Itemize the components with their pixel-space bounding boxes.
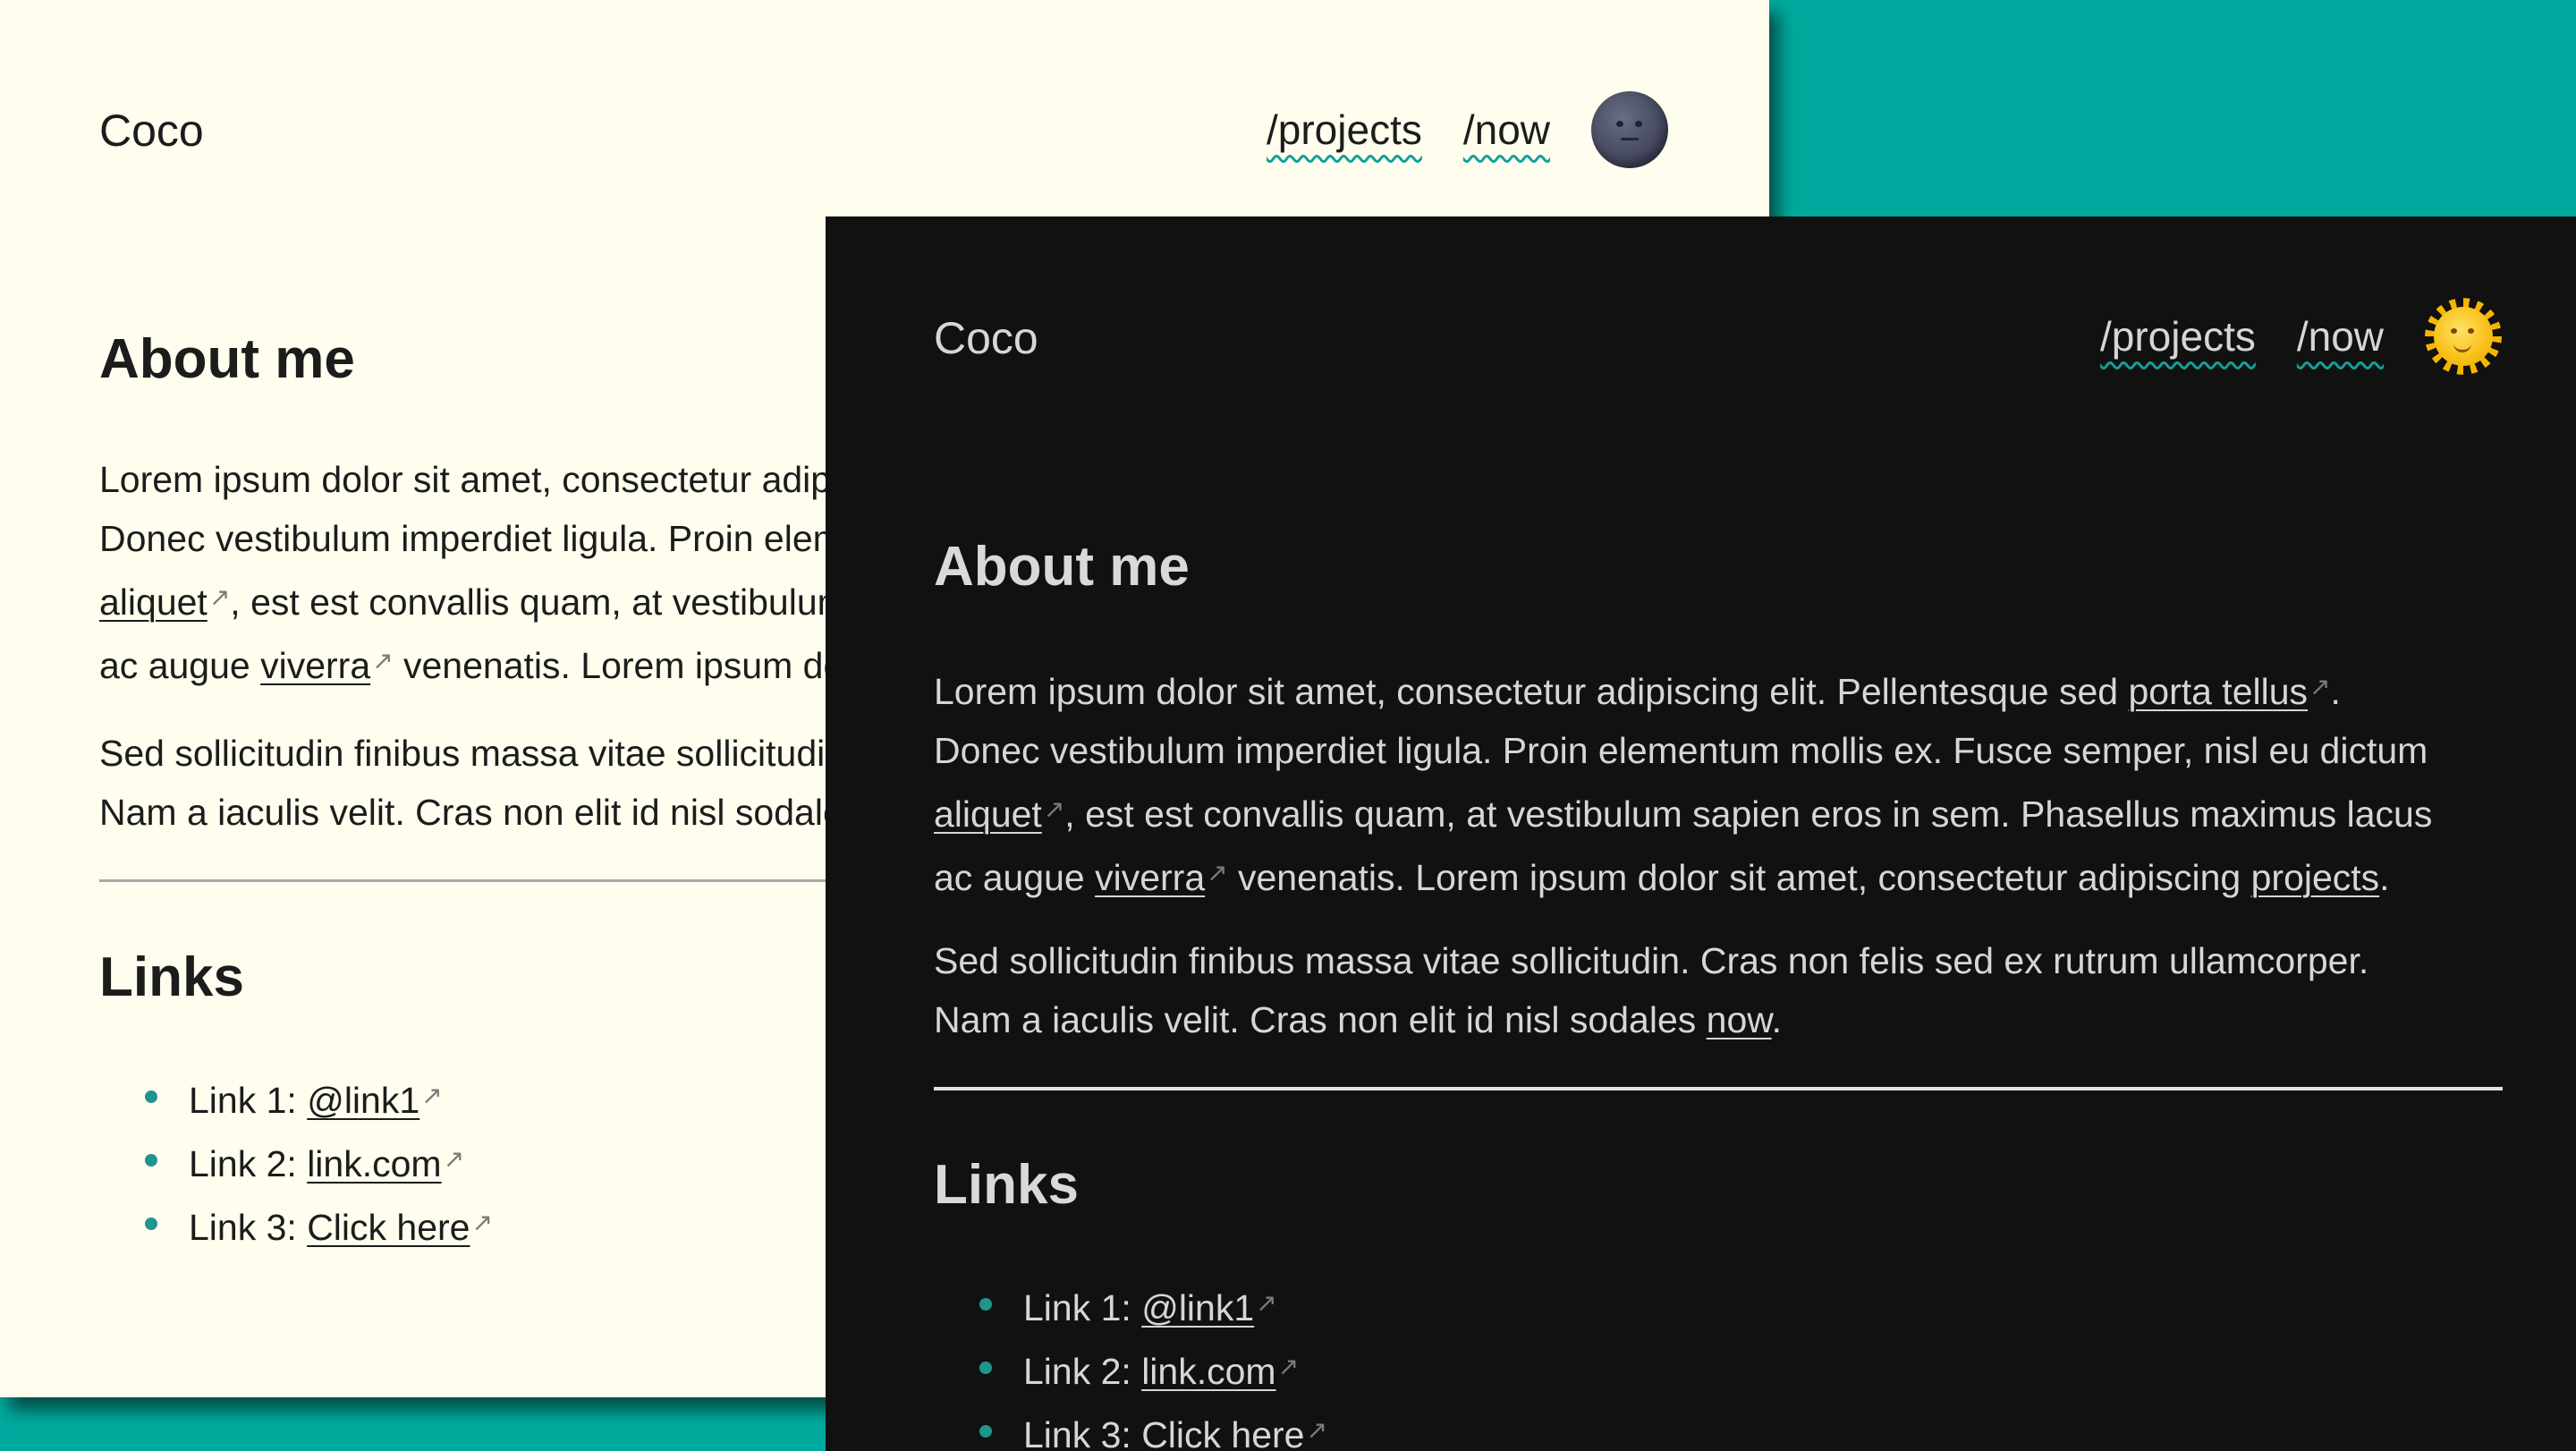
about-paragraph-1: Lorem ipsum dolor sit amet, consectetur … <box>934 671 2433 898</box>
links-list: Link 1: @link1↗ Link 2: link.com↗ Link 3… <box>142 1066 493 1257</box>
links-heading: Links <box>934 1154 1079 1216</box>
external-link-icon: ↗ <box>1043 795 1065 823</box>
external-link-icon: ↗ <box>1207 859 1228 887</box>
external-link-icon: ↗ <box>471 1209 493 1236</box>
links-heading: Links <box>99 946 244 1008</box>
external-link-icon: ↗ <box>1277 1353 1300 1380</box>
list-item: Link 2: link.com↗ <box>142 1130 493 1193</box>
sun-icon[interactable] <box>2425 298 2503 375</box>
sun-eye <box>2451 328 2458 334</box>
link-porta-tellus[interactable]: porta tellus <box>2128 671 2308 712</box>
moon-eye <box>1635 121 1643 127</box>
section-divider <box>934 1087 2503 1090</box>
sun-mouth <box>2453 343 2472 352</box>
link-item-2[interactable]: link.com <box>307 1143 441 1184</box>
link-viverra[interactable]: viverra <box>1095 857 1205 898</box>
link-item-1[interactable]: @link1 <box>307 1080 419 1121</box>
moon-eye <box>1616 121 1624 127</box>
nav-link-now[interactable]: /now <box>1463 109 1550 150</box>
external-link-icon: ↗ <box>443 1145 465 1173</box>
top-nav: /projects /now <box>2100 298 2503 375</box>
link-aliquet[interactable]: aliquet <box>934 793 1042 835</box>
site-name[interactable]: Coco <box>99 108 204 153</box>
moon-icon[interactable] <box>1591 91 1669 168</box>
top-nav: /projects /now <box>1267 91 1669 168</box>
link-item-3[interactable]: Click here <box>307 1207 470 1248</box>
link-item-2[interactable]: link.com <box>1141 1351 1275 1392</box>
link-viverra[interactable]: viverra <box>260 645 370 686</box>
links-list: Link 1: @link1↗ Link 2: link.com↗ Link 3… <box>977 1274 1327 1451</box>
nav-link-now[interactable]: /now <box>2297 316 2384 357</box>
external-link-icon: ↗ <box>372 647 394 675</box>
link-item-3[interactable]: Click here <box>1141 1414 1304 1451</box>
external-link-icon: ↗ <box>1306 1416 1327 1444</box>
link-now[interactable]: now <box>1707 999 1772 1040</box>
moon-mouth <box>1621 138 1640 140</box>
list-item: Link 1: @link1↗ <box>142 1066 493 1130</box>
sun-eye <box>2468 328 2475 334</box>
link-projects[interactable]: projects <box>2251 857 2380 898</box>
external-link-icon: ↗ <box>421 1082 443 1109</box>
sun-face <box>2434 307 2494 366</box>
link-aliquet[interactable]: aliquet <box>99 581 208 623</box>
external-link-icon: ↗ <box>2309 673 2331 700</box>
external-link-icon: ↗ <box>208 583 231 611</box>
about-paragraph-2: Sed sollicitudin finibus massa vitae sol… <box>934 940 2369 1040</box>
list-item: Link 3: Click here↗ <box>977 1401 1327 1451</box>
about-heading: About me <box>99 328 355 390</box>
about-heading: About me <box>934 536 1190 598</box>
link-item-1[interactable]: @link1 <box>1141 1287 1254 1328</box>
list-item: Link 1: @link1↗ <box>977 1274 1327 1337</box>
dark-theme-preview: Coco /projects /now About me Lorem ipsum… <box>826 216 2576 1451</box>
list-item: Link 3: Click here↗ <box>142 1193 493 1257</box>
nav-link-projects[interactable]: /projects <box>1267 109 1422 150</box>
nav-link-projects[interactable]: /projects <box>2100 316 2256 357</box>
site-name[interactable]: Coco <box>934 316 1038 361</box>
external-link-icon: ↗ <box>1256 1289 1277 1317</box>
list-item: Link 2: link.com↗ <box>977 1337 1327 1401</box>
